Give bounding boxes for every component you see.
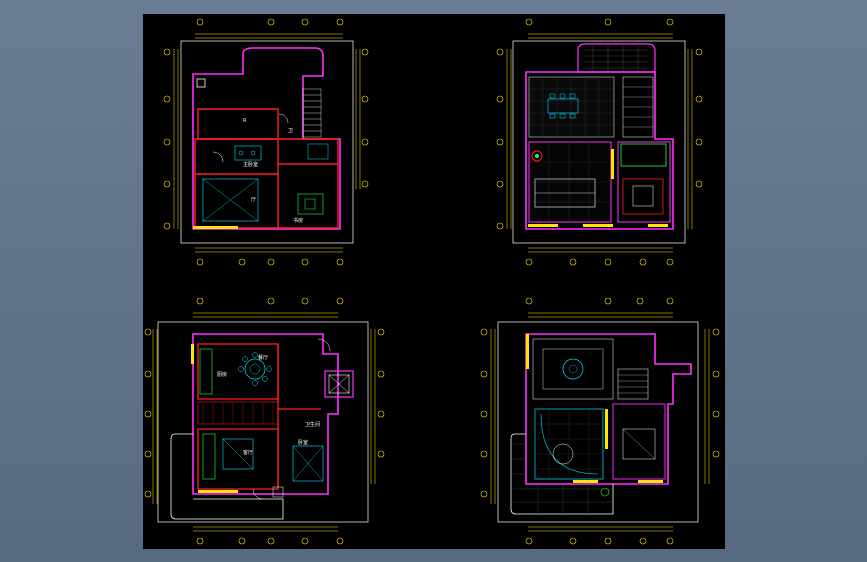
room-label: 客厅 <box>243 449 253 456</box>
cad-viewport[interactable]: R 卫 主卧室 厅 书房 餐厅 厨房 卫生间 客厅 卧室 <box>143 14 725 549</box>
room-label: 主卧室 <box>243 161 258 168</box>
room-label: 餐厅 <box>258 354 268 361</box>
plan-top-right <box>496 18 703 266</box>
plan-bottom-right <box>480 297 720 545</box>
room-label: 卫生间 <box>305 421 320 428</box>
room-label: R <box>243 118 247 124</box>
plan-bottom-left: 餐厅 厨房 卫生间 客厅 卧室 <box>144 297 385 545</box>
room-label: 卫 <box>288 128 293 134</box>
cad-drawing: R 卫 主卧室 厅 书房 餐厅 厨房 卫生间 客厅 卧室 <box>144 18 720 545</box>
room-label: 卧室 <box>298 439 308 446</box>
room-label: 书房 <box>293 217 303 224</box>
room-label: 厨房 <box>217 371 227 378</box>
plan-top-left: R 卫 主卧室 厅 书房 <box>163 18 369 266</box>
room-label: 厅 <box>251 197 256 203</box>
